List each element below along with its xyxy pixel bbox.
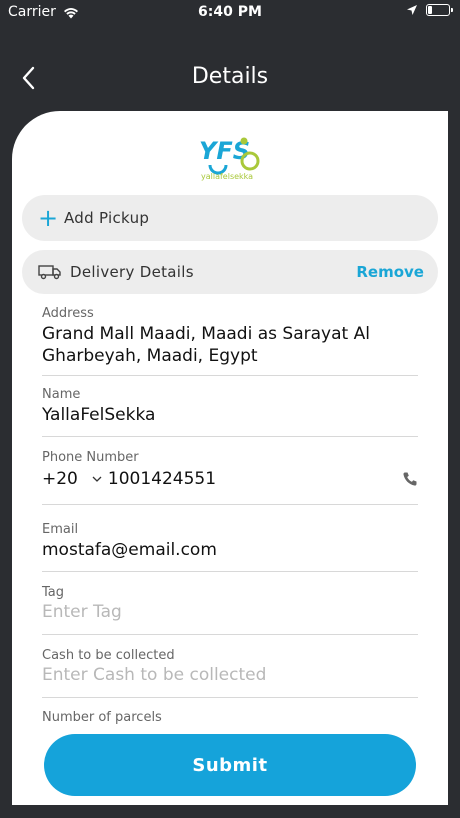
add-pickup-label: Add Pickup (64, 209, 150, 227)
name-value[interactable]: YallaFelSekka (42, 404, 418, 426)
add-pickup-button[interactable]: + Add Pickup (22, 195, 438, 241)
submit-button[interactable]: Submit (44, 734, 416, 796)
cash-label: Cash to be collected (42, 648, 175, 663)
country-code-select[interactable]: +20 (42, 469, 78, 489)
cash-field[interactable]: Cash to be collected (42, 648, 418, 698)
delivery-details-header[interactable]: Delivery Details Remove (22, 250, 438, 294)
address-label: Address (42, 306, 94, 321)
parcels-label: Number of parcels (42, 710, 162, 725)
phone-label: Phone Number (42, 450, 139, 465)
email-label: Email (42, 522, 79, 537)
page-title: Details (191, 64, 269, 89)
name-label: Name (42, 387, 81, 402)
chevron-down-icon[interactable] (92, 475, 102, 483)
logo-subtitle: yallafelsekka (201, 172, 253, 181)
address-value[interactable]: Grand Mall Maadi, Maadi as Sarayat Al Gh… (42, 323, 418, 367)
location-arrow-icon (407, 5, 417, 15)
nav-bar: Details (0, 52, 460, 104)
email-field[interactable]: Email mostafa@email.com (42, 522, 418, 572)
cash-input[interactable] (42, 665, 418, 685)
remove-button[interactable]: Remove (356, 263, 424, 281)
status-icons (406, 4, 453, 16)
battery-level (428, 6, 432, 14)
name-field[interactable]: Name YallaFelSekka (42, 387, 418, 437)
phone-row: +20 1001424551 (42, 469, 418, 489)
clock: 6:40 PM (198, 4, 262, 20)
truck-icon (38, 265, 61, 280)
phone-icon[interactable] (402, 471, 418, 487)
battery-icon (426, 4, 453, 16)
delivery-details-label: Delivery Details (70, 263, 194, 281)
tag-field[interactable]: Tag (42, 585, 418, 635)
tag-input[interactable] (42, 602, 418, 622)
details-card: YFS yallafelsekka + Add Pickup Delivery … (12, 111, 448, 805)
status-bar: Carrier 6:40 PM (0, 0, 460, 26)
plus-icon: + (38, 204, 59, 232)
phone-number-input[interactable]: 1001424551 (108, 469, 216, 489)
yfs-logo: YFS yallafelsekka (199, 137, 260, 181)
address-field[interactable]: Address Grand Mall Maadi, Maadi as Saray… (42, 306, 418, 376)
tag-label: Tag (42, 585, 65, 600)
phone-field[interactable]: Phone Number +20 1001424551 (42, 450, 418, 505)
email-value[interactable]: mostafa@email.com (42, 539, 418, 561)
